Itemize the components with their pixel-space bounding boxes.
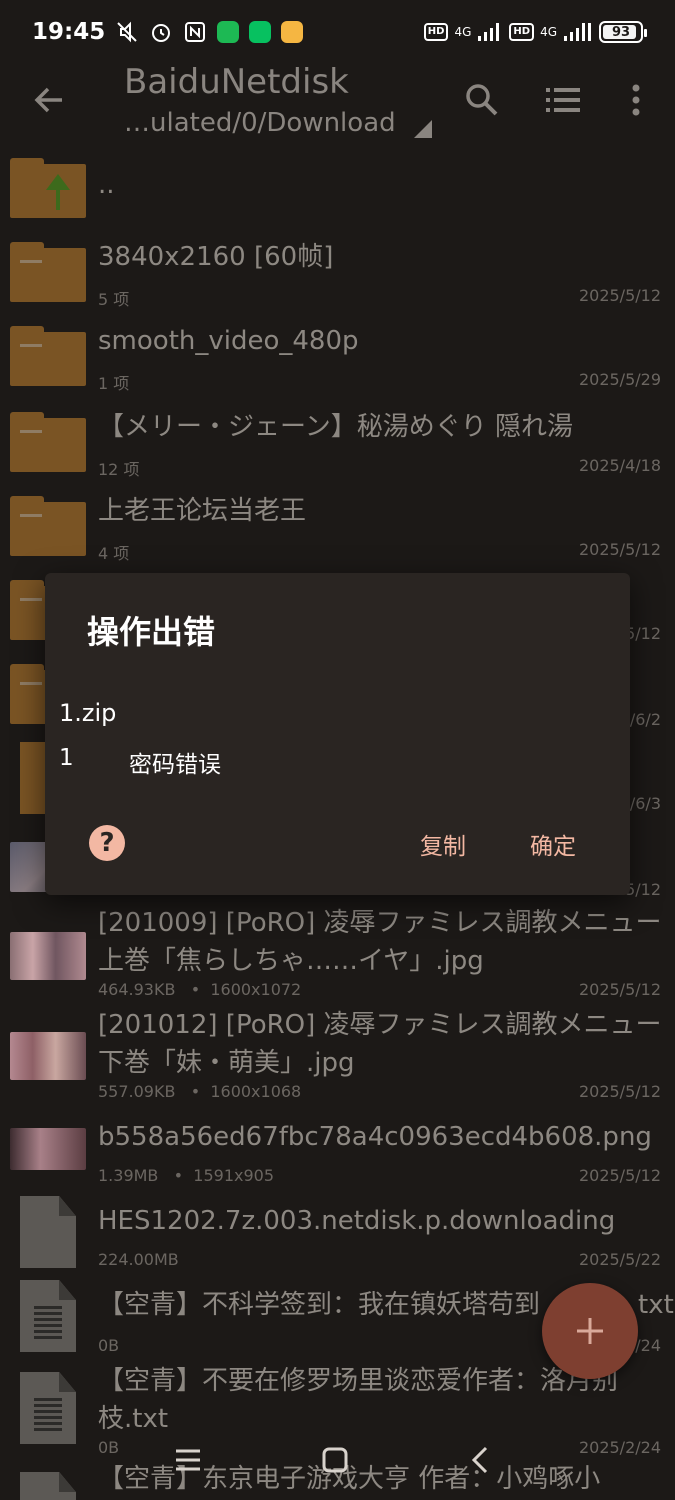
file-name: 上老王论坛当老王 bbox=[98, 496, 307, 526]
status-icons-right: HD 4G HD 4G 93 bbox=[423, 21, 647, 43]
file-name: [201009] [PoRO] 凌辱ファミレス調教メニュー 上巻「焦らしちゃ……… bbox=[98, 908, 662, 976]
file-name: .. bbox=[98, 170, 115, 200]
ok-button[interactable]: 确定 bbox=[530, 827, 576, 861]
file-name-tail: txt bbox=[638, 1290, 674, 1320]
nav-home-button[interactable] bbox=[315, 1442, 355, 1478]
file-date: 2025/5/12 bbox=[578, 286, 661, 305]
folder-icon bbox=[10, 326, 86, 386]
system-nav-bar bbox=[0, 1430, 675, 1490]
signal-icon bbox=[478, 23, 500, 41]
list-view-icon bbox=[546, 88, 580, 112]
file-name: b558a56ed67fbc78a4c0963ecd4b608.png bbox=[98, 1122, 652, 1152]
dialog-title: 操作出错 bbox=[87, 613, 216, 651]
file-date: 2025/5/12 bbox=[578, 540, 661, 559]
item-count: 12 项 bbox=[98, 460, 140, 479]
file-size: 557.09KB • 1600x1068 bbox=[98, 1082, 302, 1101]
file-name: smooth_video_480p bbox=[98, 326, 359, 356]
signal-icon-2 bbox=[564, 23, 591, 41]
battery-level-text: 93 bbox=[611, 24, 631, 40]
image-thumbnail bbox=[10, 1032, 86, 1080]
list-item[interactable]: 【メリー・ジェーン】秘湯めぐり 隠れ湯 12 项 2025/4/18 bbox=[0, 406, 675, 488]
network-type: 4G bbox=[454, 25, 472, 39]
status-bar: 19:45 HD 4G HD 4G 93 bbox=[0, 0, 675, 64]
list-item[interactable]: 3840x2160 [60帧] 5 项 2025/5/12 bbox=[0, 238, 675, 320]
file-date: 2025/5/22 bbox=[578, 1250, 661, 1269]
file-date: 2025/5/12 bbox=[578, 1166, 661, 1185]
folder-icon bbox=[10, 412, 86, 472]
nfc-icon bbox=[183, 20, 207, 44]
network-type-2: 4G bbox=[540, 25, 557, 39]
status-icons-left bbox=[115, 20, 304, 44]
help-button[interactable]: ? bbox=[89, 825, 125, 861]
file-name: 【空青】不科学签到：我在镇妖塔苟到 bbox=[98, 1290, 541, 1320]
item-count: 1 项 bbox=[98, 374, 130, 393]
list-item[interactable]: smooth_video_480p 1 项 2025/5/29 bbox=[0, 322, 675, 404]
search-button[interactable] bbox=[462, 80, 502, 120]
item-count: 4 项 bbox=[98, 544, 130, 563]
view-mode-button[interactable] bbox=[544, 80, 584, 120]
file-date: /6/2 bbox=[629, 710, 661, 729]
file-date: 2025/5/29 bbox=[578, 370, 661, 389]
current-path[interactable]: …ulated/0/Download bbox=[124, 108, 396, 138]
list-item[interactable]: [201009] [PoRO] 凌辱ファミレス調教メニュー 上巻「焦らしちゃ……… bbox=[0, 904, 675, 1004]
file-size: 224.00MB bbox=[98, 1250, 179, 1269]
list-item-parent[interactable]: .. bbox=[0, 154, 675, 224]
file-name: HES1202.7z.003.netdisk.p.downloading bbox=[98, 1206, 616, 1236]
file-date: /24 bbox=[635, 1336, 661, 1355]
add-button[interactable] bbox=[542, 1283, 638, 1379]
nav-back-button[interactable] bbox=[460, 1442, 500, 1478]
list-item[interactable]: [201012] [PoRO] 凌辱ファミレス調教メニュー 下巻「妹・萌美」.j… bbox=[0, 1006, 675, 1106]
back-button[interactable] bbox=[28, 78, 72, 122]
list-item[interactable]: HES1202.7z.003.netdisk.p.downloading 224… bbox=[0, 1196, 675, 1284]
home-icon bbox=[322, 1447, 348, 1473]
plus-icon bbox=[577, 1318, 603, 1344]
error-dialog: 操作出错 1.zip 1 密码错误 ? 复制 确定 bbox=[45, 573, 630, 895]
hd-badge: HD bbox=[423, 23, 449, 41]
dialog-file-name: 1.zip bbox=[59, 699, 117, 727]
toolbar: BaiduNetdisk …ulated/0/Download bbox=[0, 56, 675, 144]
folder-icon bbox=[10, 496, 86, 556]
copy-button[interactable]: 复制 bbox=[420, 827, 466, 861]
nav-menu-button[interactable] bbox=[168, 1442, 208, 1478]
list-item[interactable]: 上老王论坛当老王 4 项 2025/5/12 bbox=[0, 490, 675, 572]
alarm-icon bbox=[149, 20, 173, 44]
arrow-left-icon bbox=[34, 87, 62, 113]
folder-up-icon bbox=[10, 158, 86, 218]
file-icon bbox=[20, 1196, 76, 1268]
file-name: 3840x2160 [60帧] bbox=[98, 242, 334, 272]
file-name: 【メリー・ジェーン】秘湯めぐり 隠れ湯 bbox=[98, 412, 573, 442]
path-dropdown-icon[interactable] bbox=[414, 120, 432, 138]
error-message: 密码错误 bbox=[129, 752, 221, 778]
wechat-icon bbox=[249, 21, 272, 43]
security-app-icon bbox=[217, 21, 240, 43]
file-date: /6/3 bbox=[629, 794, 661, 813]
menu-icon bbox=[176, 1449, 200, 1471]
file-name: [201012] [PoRO] 凌辱ファミレス調教メニュー 下巻「妹・萌美」.j… bbox=[98, 1010, 662, 1078]
hd-badge-2: HD bbox=[509, 23, 535, 41]
file-date: 2025/4/18 bbox=[578, 456, 661, 475]
image-thumbnail bbox=[10, 932, 86, 980]
app-title: BaiduNetdisk bbox=[124, 62, 349, 102]
error-code: 1 bbox=[59, 745, 74, 771]
file-size: 464.93KB • 1600x1072 bbox=[98, 980, 302, 999]
folder-icon bbox=[10, 242, 86, 302]
list-item[interactable]: b558a56ed67fbc78a4c0963ecd4b608.png 1.39… bbox=[0, 1118, 675, 1190]
file-size: 0B bbox=[98, 1336, 120, 1355]
file-date: 5/12 bbox=[625, 624, 661, 643]
file-date: 5/12 bbox=[625, 880, 661, 899]
notes-app-icon bbox=[281, 21, 304, 43]
mute-icon bbox=[115, 20, 139, 44]
battery-icon: 93 bbox=[599, 21, 647, 43]
image-thumbnail bbox=[10, 1128, 86, 1170]
text-file-icon bbox=[20, 1280, 76, 1352]
file-date: 2025/5/12 bbox=[578, 980, 661, 999]
file-date: 2025/5/12 bbox=[578, 1082, 661, 1101]
more-button[interactable] bbox=[616, 80, 656, 120]
status-time: 19:45 bbox=[32, 19, 106, 45]
item-count: 5 项 bbox=[98, 290, 130, 309]
search-icon bbox=[466, 84, 498, 116]
more-vert-icon bbox=[632, 84, 640, 116]
file-size: 1.39MB • 1591x905 bbox=[98, 1166, 275, 1185]
back-chevron-icon bbox=[471, 1446, 488, 1474]
